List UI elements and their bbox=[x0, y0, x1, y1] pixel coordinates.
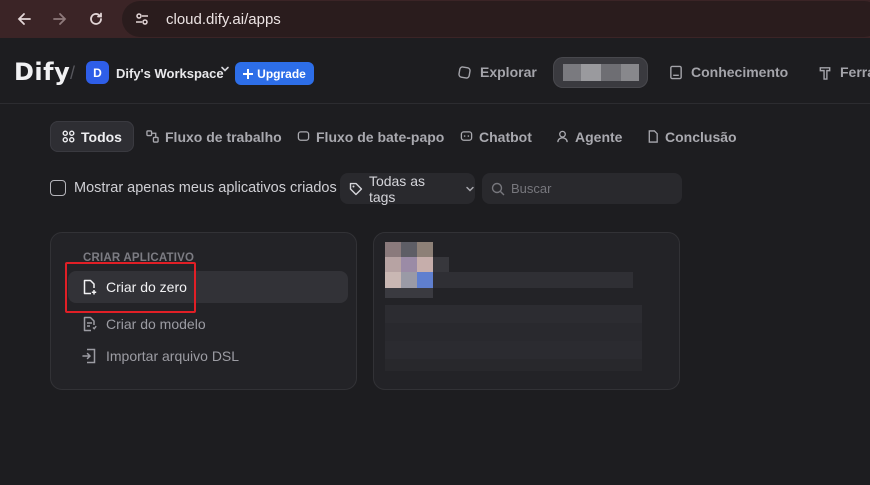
tab-workflow[interactable]: Fluxo de trabalho bbox=[134, 121, 294, 152]
tab-completion[interactable]: Conclusão bbox=[635, 121, 749, 152]
nav-explore-label: Explorar bbox=[480, 64, 537, 80]
reload-icon bbox=[90, 12, 102, 25]
dify-logo[interactable]: Dify bbox=[14, 58, 70, 86]
create-from-blank-button[interactable]: Criar do zero bbox=[68, 271, 348, 303]
grid-icon bbox=[62, 130, 75, 143]
tab-label: Agente bbox=[575, 128, 623, 145]
forward-button[interactable] bbox=[42, 0, 78, 38]
compass-icon bbox=[458, 65, 471, 79]
tab-label: Fluxo de trabalho bbox=[165, 128, 282, 145]
create-app-heading: CRIAR APLICATIVO bbox=[83, 252, 195, 264]
tab-chatbot[interactable]: Chatbot bbox=[448, 121, 544, 152]
workflow-icon bbox=[146, 130, 159, 143]
address-bar[interactable]: cloud.dify.ai/apps bbox=[122, 1, 870, 37]
url-text: cloud.dify.ai/apps bbox=[166, 10, 281, 28]
nav-knowledge[interactable]: Conhecimento bbox=[669, 64, 788, 80]
file-plus-icon bbox=[83, 279, 97, 295]
chat-flow-icon bbox=[297, 131, 310, 141]
app-card-redacted[interactable] bbox=[373, 232, 680, 390]
create-from-blank-label: Criar do zero bbox=[106, 279, 187, 295]
create-from-template-label: Criar do modelo bbox=[106, 316, 206, 332]
reload-button[interactable] bbox=[78, 0, 114, 38]
agent-icon bbox=[557, 130, 568, 143]
tab-chatflow[interactable]: Fluxo de bate-papo bbox=[285, 121, 456, 152]
search-icon bbox=[491, 182, 505, 195]
tab-agent[interactable]: Agente bbox=[544, 121, 634, 152]
arrow-left-icon bbox=[17, 13, 31, 25]
tags-filter-button[interactable]: Todas as tags bbox=[340, 172, 475, 205]
workspace-avatar[interactable]: D bbox=[86, 61, 109, 84]
nav-tools-label: Ferra bbox=[840, 64, 870, 80]
search-input[interactable] bbox=[511, 181, 671, 196]
tab-label: Todos bbox=[81, 128, 122, 145]
workspace-name[interactable]: Dify's Workspace bbox=[116, 66, 224, 81]
tab-label: Chatbot bbox=[479, 128, 532, 145]
import-dsl-label: Importar arquivo DSL bbox=[106, 348, 240, 364]
back-button[interactable] bbox=[6, 0, 42, 38]
studio-nav-redacted[interactable] bbox=[553, 57, 648, 88]
tag-icon bbox=[349, 182, 363, 195]
import-icon bbox=[82, 348, 96, 364]
tab-label: Fluxo de bate-papo bbox=[316, 128, 445, 145]
only-mine-checkbox[interactable] bbox=[50, 180, 66, 196]
import-dsl-button[interactable]: Importar arquivo DSL bbox=[68, 340, 239, 372]
chevron-down-icon bbox=[466, 186, 474, 192]
nav-tools[interactable]: Ferra bbox=[818, 64, 870, 80]
chatbot-icon bbox=[460, 131, 473, 141]
upgrade-label: Upgrade bbox=[257, 66, 306, 81]
tab-all[interactable]: Todos bbox=[50, 121, 134, 152]
chevron-down-icon[interactable] bbox=[220, 64, 230, 77]
search-field[interactable] bbox=[482, 173, 682, 204]
browser-toolbar: cloud.dify.ai/apps bbox=[0, 0, 870, 38]
only-mine-label[interactable]: Mostrar apenas meus aplicativos criados bbox=[74, 180, 337, 196]
book-icon bbox=[670, 65, 682, 79]
tab-label: Conclusão bbox=[665, 128, 737, 145]
site-info-icon[interactable] bbox=[130, 7, 154, 31]
document-icon bbox=[648, 130, 658, 143]
nav-knowledge-label: Conhecimento bbox=[691, 64, 789, 80]
create-from-template-button[interactable]: Criar do modelo bbox=[68, 308, 206, 340]
sparkle-icon bbox=[243, 68, 254, 79]
hammer-icon bbox=[819, 66, 831, 80]
upgrade-button[interactable]: Upgrade bbox=[235, 62, 314, 85]
file-template-icon bbox=[83, 316, 97, 332]
arrow-right-icon bbox=[53, 13, 67, 25]
header-divider: / bbox=[70, 63, 76, 83]
app-header: Dify / D Dify's Workspace Upgrade Explor… bbox=[0, 38, 870, 104]
nav-explore[interactable]: Explorar bbox=[457, 64, 537, 80]
tags-filter-label: Todas as tags bbox=[368, 172, 425, 205]
